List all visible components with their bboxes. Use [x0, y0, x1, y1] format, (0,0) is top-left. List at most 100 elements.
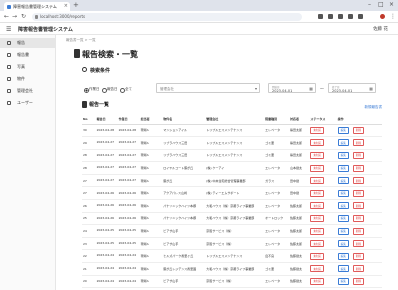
table-row[interactable]: 25 2023-04-26 2023-04-26 現場A パナソニックハイツ本郷 大和ハウ…: [82, 212, 382, 226]
row-work-date: 2023-04-24: [117, 275, 140, 289]
profile-avatar[interactable]: [380, 14, 385, 19]
row-work-date: 2023-04-28: [117, 124, 140, 138]
browser-menu-icon[interactable]: ⋮: [390, 13, 396, 20]
delete-button[interactable]: 削除: [352, 189, 364, 197]
row-report-date: 2023-04-24: [95, 275, 118, 289]
calendar-icon[interactable]: ▦: [369, 86, 373, 91]
radio-report-date[interactable]: 報告日: [102, 87, 118, 93]
extension-icon[interactable]: [358, 14, 363, 19]
new-tab-button[interactable]: +: [73, 1, 79, 9]
table-row[interactable]: 21 2023-04-24 2023-04-24 現場A 藤が丘レジデンス香里園 大和ハウ…: [82, 262, 382, 276]
calendar-icon[interactable]: ▦: [309, 86, 313, 91]
delete-button[interactable]: 削除: [352, 240, 364, 248]
row-status-cell: 未対応: [309, 224, 337, 238]
sidebar-item-label: 報告書: [17, 52, 29, 57]
back-icon[interactable]: ←: [4, 13, 9, 20]
edit-button[interactable]: 編集: [337, 252, 349, 260]
row-actions: 編集 削除: [336, 212, 382, 226]
delete-button[interactable]: 削除: [352, 227, 364, 235]
edit-button[interactable]: 編集: [337, 126, 349, 134]
status-badge: 未対応: [310, 277, 325, 285]
table-row[interactable]: 20 2023-04-24 2023-04-24 現場A ピアザ山手 京阪サービス（株）エ…: [82, 275, 382, 289]
delete-button[interactable]: 削除: [352, 265, 364, 273]
sidebar-item-building[interactable]: 物件: [0, 74, 56, 84]
col-header[interactable]: 物件名: [162, 115, 206, 125]
edit-button[interactable]: 編集: [337, 277, 349, 285]
delete-button[interactable]: 削除: [352, 214, 364, 222]
edit-button[interactable]: 編集: [337, 202, 349, 210]
table-row[interactable]: 28 2023-04-27 2023-04-27 現場A リブラハウス三田 トリプルエスメ…: [82, 149, 382, 163]
new-report-link[interactable]: 新規報告書: [365, 105, 383, 110]
row-actions: 編集 削除: [336, 186, 382, 201]
delete-button[interactable]: 削除: [352, 151, 364, 159]
row-type: エレベータ: [264, 161, 290, 175]
extension-icon[interactable]: [318, 14, 323, 19]
company-placeholder: 管理会社: [160, 87, 174, 91]
col-header[interactable]: 報告日: [95, 115, 118, 125]
edit-button[interactable]: 編集: [337, 189, 349, 197]
status-badge: 未対応: [310, 151, 325, 159]
table-row[interactable]: 27 2023-04-27 2023-04-27 現場A 藤が丘 (株) 中央住宅総合管理…: [82, 174, 382, 188]
sidebar-item-photo[interactable]: 写真: [0, 62, 56, 72]
row-type: ゴミ庫: [264, 136, 290, 150]
sidebar-item-user[interactable]: ユーザー: [0, 98, 56, 108]
sidebar-item-company[interactable]: 管理会社: [0, 86, 56, 96]
col-header[interactable]: 作業日: [117, 115, 140, 125]
edit-button[interactable]: 編集: [337, 139, 349, 147]
row-property: ピアザ山手: [162, 275, 206, 289]
delete-button[interactable]: 削除: [352, 164, 364, 172]
delete-button[interactable]: 削除: [352, 277, 364, 285]
delete-button[interactable]: 削除: [352, 139, 364, 147]
edit-button[interactable]: 編集: [337, 164, 349, 172]
company-select[interactable]: 管理会社 ▾: [156, 83, 260, 93]
window-close-icon[interactable]: ×: [389, 1, 394, 8]
col-header[interactable]: 担当者: [139, 115, 163, 125]
browser-tab[interactable]: 障害報告書管理システム ×: [4, 2, 70, 11]
search-icon: [82, 67, 87, 72]
table-row[interactable]: 30 2023-04-28 2023-04-28 現場A マンションアイル トリプルエスメ…: [82, 124, 382, 138]
table-row[interactable]: 28 2023-04-27 2023-04-27 現場A ロイヤルコート藤が丘 (株) ケ…: [82, 161, 382, 175]
hamburger-icon[interactable]: ☰: [6, 26, 11, 33]
table-row[interactable]: 27 2023-04-26 2023-04-26 現場A アクアパレス山崎 (株) ティー…: [82, 186, 382, 201]
extension-icon[interactable]: [348, 14, 353, 19]
col-header[interactable]: No: [82, 115, 96, 125]
extension-icon[interactable]: [328, 14, 333, 19]
col-header[interactable]: 障害種別: [264, 115, 290, 125]
table-row[interactable]: 23 2023-04-25 2023-04-25 現場A ピアザ山手 京阪サービス（株）エ…: [82, 237, 382, 251]
forward-icon[interactable]: →: [12, 13, 17, 20]
col-header[interactable]: 管理会社: [205, 115, 265, 125]
url-field[interactable]: localhost:3000/reports: [32, 13, 302, 21]
minimize-icon[interactable]: –: [368, 1, 371, 8]
delete-button[interactable]: 削除: [352, 177, 364, 185]
date-to-field[interactable]: 終了日 2023-04-01 ▦: [328, 83, 376, 93]
edit-button[interactable]: 編集: [337, 227, 349, 235]
sidebar-item-report[interactable]: 報告: [0, 38, 56, 48]
extension-icon[interactable]: [338, 14, 343, 19]
table-row[interactable]: 22 2023-04-24 2023-04-24 現場A ヒルズパーク香里ヶ丘 トリプルエ…: [82, 249, 382, 264]
delete-button[interactable]: 削除: [352, 202, 364, 210]
browser-tab-bar: 障害報告書管理システム × + – □ ×: [0, 0, 398, 11]
table-row[interactable]: 26 2023-04-26 2023-04-26 現場A パナソニックハイツ本郷 大和ハウ…: [82, 199, 382, 213]
date-from-field[interactable]: 開始日 2023-04-01 ▦: [268, 83, 316, 93]
reload-icon[interactable]: ↻: [21, 13, 26, 20]
table-row[interactable]: 24 2023-04-25 2023-04-25 現場A ピアザ山手 京阪サービス（株）エ…: [82, 224, 382, 238]
delete-button[interactable]: 削除: [352, 252, 364, 260]
edit-button[interactable]: 編集: [337, 177, 349, 185]
col-header[interactable]: ステータス: [309, 115, 337, 125]
edit-button[interactable]: 編集: [337, 240, 349, 248]
table-row[interactable]: 29 2023-04-27 2023-04-27 現場A リブラハウス三田 トリプルエスメ…: [82, 136, 382, 150]
radio-work-date[interactable]: 作業日: [84, 87, 100, 93]
maximize-icon[interactable]: □: [378, 1, 384, 8]
edit-button[interactable]: 編集: [337, 265, 349, 273]
sidebar-item-document[interactable]: 報告書: [0, 50, 56, 60]
row-no: 25: [82, 212, 96, 226]
delete-button[interactable]: 削除: [352, 126, 364, 134]
row-actions: 編集 削除: [336, 136, 382, 150]
radio-all[interactable]: 全て: [120, 87, 132, 93]
user-name[interactable]: 佐藤 花: [373, 26, 388, 32]
close-tab-icon[interactable]: ×: [64, 2, 68, 11]
row-work-date: 2023-04-26: [117, 199, 140, 213]
col-header[interactable]: 対応者: [289, 115, 310, 125]
edit-button[interactable]: 編集: [337, 151, 349, 159]
edit-button[interactable]: 編集: [337, 214, 349, 222]
